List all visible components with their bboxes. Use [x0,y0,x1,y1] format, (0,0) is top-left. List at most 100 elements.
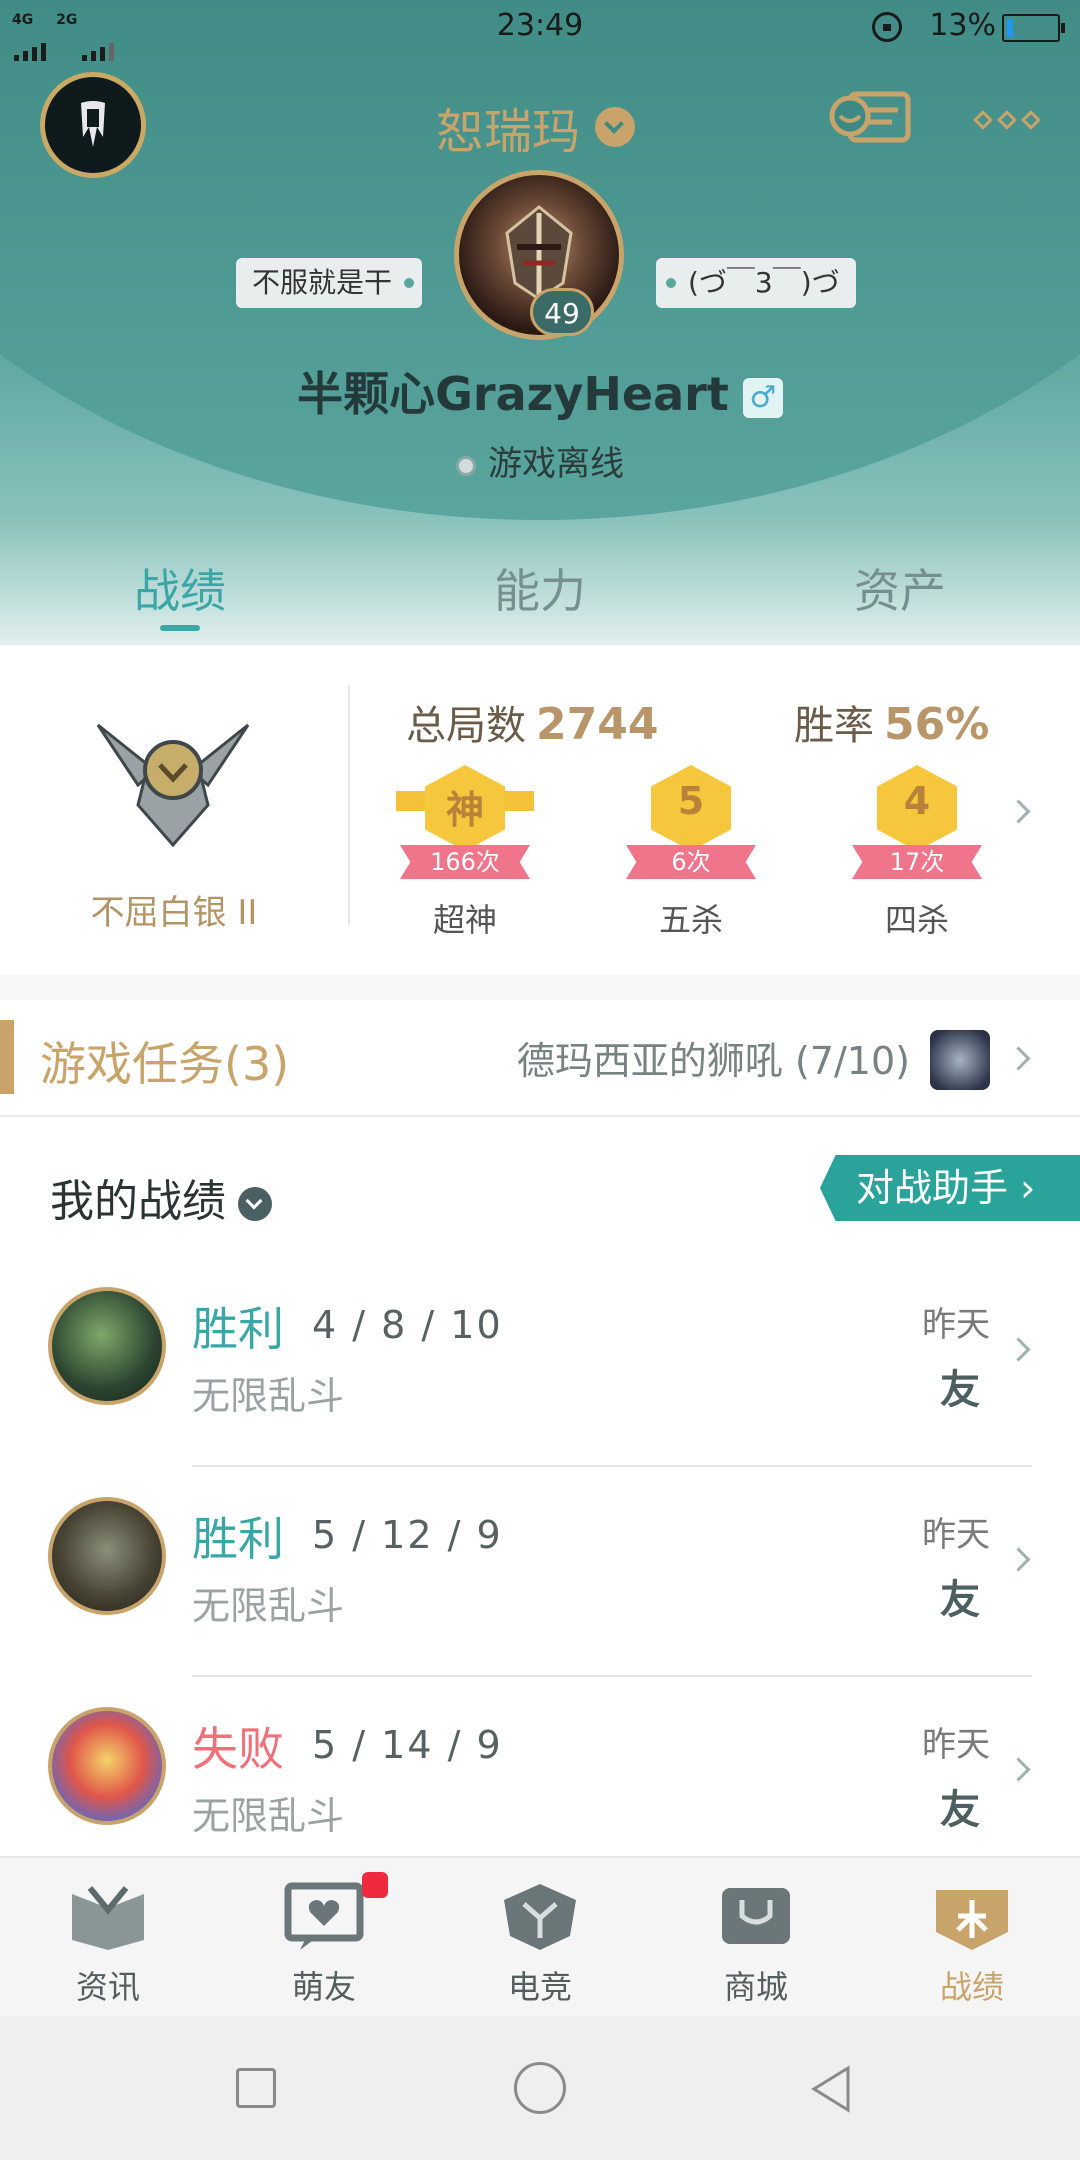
match-kda: 5 / 14 / 9 [312,1723,503,1767]
friends-icon [284,1882,364,1950]
username-text: 半颗心GrazyHeart [297,367,729,421]
match-time: 昨天 [922,1515,990,1555]
records-icon [936,1890,1008,1950]
esports-icon [504,1884,576,1950]
nav-label: 资讯 [75,1968,140,2006]
chevron-right-icon [1006,1337,1031,1362]
nav-label: 电竞 [507,1968,572,2006]
win-rate-value: 56% [884,699,990,750]
match-result: 胜利 [192,1512,284,1566]
divider [348,685,350,925]
profile-header: 4G 2G 23:49 13% 恕瑞玛 不服就是干 (づ￣3￣)づ 49 半颗心… [0,0,1080,650]
status-bar: 4G 2G 23:49 13% [0,0,1080,61]
chevron-down-icon [595,107,636,147]
signature-tag-right: (づ￣3￣)づ [656,258,856,308]
nav-label: 战绩 [939,1968,1004,2006]
match-time: 昨天 [922,1305,990,1345]
match-result: 失败 [192,1722,284,1776]
match-mode: 无限乱斗 [192,1584,345,1628]
battery-icon [1002,14,1065,42]
nav-label: 商城 [723,1968,788,2006]
nav-store[interactable]: 商城 [648,1880,864,2008]
task-description: 德玛西亚的狮吼 (7/10) [516,1039,910,1083]
records-title-selector[interactable]: 我的战绩 [50,1165,272,1229]
total-games: 总局数 2744 [406,693,658,751]
friend-tag: 友 [940,1787,980,1833]
game-tasks-row[interactable]: 游戏任务(3) 德玛西亚的狮吼 (7/10) [0,1000,1080,1117]
records-title: 我的战绩 [50,1176,226,1227]
tab-records[interactable]: 战绩 [0,555,360,621]
accent-bar [0,1020,14,1094]
nav-records[interactable]: 战绩 [864,1880,1080,2008]
medal-label: 四杀 [884,901,949,939]
bottom-nav: 资讯 萌友 电竞 商城 战绩 [0,1856,1080,2018]
chevron-right-icon [1006,1046,1031,1071]
rotation-lock-icon [872,12,902,42]
nav-news[interactable]: 资讯 [0,1880,216,2008]
medal-symbol: 4 [903,779,931,823]
online-status: 游戏离线 [0,436,1080,485]
home-icon[interactable] [514,2062,566,2114]
more-icon[interactable] [973,110,1048,131]
champion-avatar [48,1287,166,1405]
online-status-text: 游戏离线 [488,444,624,484]
champion-avatar [48,1707,166,1825]
medal-symbol: 神 [445,788,484,832]
nav-label: 萌友 [291,1968,356,2006]
notification-badge [362,1872,388,1898]
friend-tag: 友 [940,1577,980,1623]
game-logo-button[interactable] [40,72,146,178]
chevron-right-icon [1006,1757,1031,1782]
rank-card[interactable]: 不屈白银 II 总局数 2744 胜率 56% 神 166次 超神 5 6次 五杀 … [0,645,1080,975]
friend-tag: 友 [940,1367,980,1413]
username: 半颗心GrazyHeart ♂ [0,358,1080,424]
medal-count: 6次 [626,845,756,879]
clock: 23:49 [496,8,584,43]
medal-label: 超神 [432,901,497,939]
nickname-selector[interactable]: 恕瑞玛 [436,92,636,162]
champion-avatar [48,1497,166,1615]
medal-label: 五杀 [658,901,723,939]
task-title: 游戏任务(3) [40,1037,290,1091]
profile-tabs: 战绩 能力 资产 [0,555,1080,645]
match-time: 昨天 [922,1725,990,1765]
win-rate-label: 胜率 [794,703,874,749]
medal-count: 17次 [852,845,982,879]
medal-count: 166次 [400,845,530,879]
system-nav-bar [0,2016,1080,2160]
battle-assistant-button[interactable]: 对战助手 › [820,1155,1080,1221]
total-games-value: 2744 [536,699,659,750]
signature-tag-left: 不服就是干 [236,258,423,308]
task-champion-icon [930,1030,990,1090]
message-icon[interactable] [828,88,914,152]
match-kda: 5 / 12 / 9 [312,1513,503,1557]
nickname: 恕瑞玛 [436,104,581,160]
level-badge: 49 [530,288,594,336]
chevron-down-icon [238,1187,272,1221]
nav-esports[interactable]: 电竞 [432,1880,648,2008]
rank-tier: 不屈白银 II [90,893,258,933]
nav-friends[interactable]: 萌友 [216,1880,432,2008]
match-row[interactable]: 胜利 4 / 8 / 10 无限乱斗 昨天 友 [0,1257,1080,1467]
match-mode: 无限乱斗 [192,1794,345,1838]
medal-symbol: 5 [677,779,705,823]
battle-assistant-label: 对战助手 [856,1166,1009,1210]
store-icon [722,1888,790,1944]
match-mode: 无限乱斗 [192,1374,345,1418]
tab-assets[interactable]: 资产 [720,555,1080,621]
pentakill-medal: 5 6次 [616,755,766,885]
match-kda: 4 / 8 / 10 [312,1303,503,1347]
tab-abilities[interactable]: 能力 [360,555,720,621]
win-rate: 胜率 56% [794,693,989,751]
tooth-icon [81,101,105,147]
chevron-right-icon[interactable] [1006,799,1031,824]
chevron-right-icon [1006,1547,1031,1572]
battery-percent: 13% [929,8,996,43]
status-dot-icon [456,455,476,476]
quadrakill-medal: 4 17次 [842,755,992,885]
back-icon[interactable] [808,2064,856,2114]
tab-indicator [160,625,200,631]
match-row[interactable]: 胜利 5 / 12 / 9 无限乱斗 昨天 友 [0,1467,1080,1677]
male-icon: ♂ [742,377,783,418]
recent-apps-icon[interactable] [236,2068,276,2108]
